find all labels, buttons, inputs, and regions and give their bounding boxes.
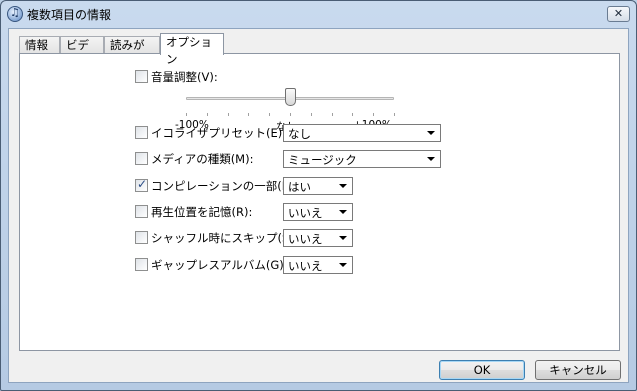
skip-shuffle-select[interactable]: いいえ [283, 229, 353, 247]
equalizer-value: なし [288, 127, 311, 141]
chevron-down-icon [339, 236, 347, 240]
skip-shuffle-row: シャッフル時にスキップ(S): [135, 229, 298, 247]
slider-tick [311, 113, 312, 116]
media-kind-label: メディアの種類(M): [151, 152, 254, 166]
tab-info[interactable]: 情報 [19, 36, 60, 54]
remember-position-row: 再生位置を記憶(R): [135, 203, 285, 221]
skip-shuffle-checkbox[interactable] [135, 231, 148, 244]
slider-tick [269, 113, 270, 116]
gapless-value: いいえ [288, 259, 323, 273]
dialog-window: 複数項目の情報 ✕ 情報 ビデオ 読みがな オプション 音量調整(V): -10… [0, 0, 637, 391]
options-panel: 音量調整(V): -100% なし +100% イコライザプリセット(E): な… [19, 53, 620, 351]
remember-position-select[interactable]: いいえ [283, 203, 353, 221]
chevron-down-icon [339, 263, 347, 267]
equalizer-label: イコライザプリセット(E): [151, 126, 287, 140]
chevron-down-icon [427, 157, 435, 161]
gapless-select[interactable]: いいえ [283, 256, 353, 274]
volume-checkbox[interactable] [135, 70, 148, 83]
slider-tick [352, 113, 353, 116]
volume-row: 音量調整(V): [135, 68, 295, 86]
ok-button[interactable]: OK [439, 360, 525, 380]
compilation-label: コンピレーションの一部(P): [151, 179, 298, 193]
tab-video[interactable]: ビデオ [60, 36, 104, 69]
remember-position-checkbox[interactable] [135, 205, 148, 218]
tab-options[interactable]: オプション [160, 33, 224, 66]
volume-label: 音量調整(V): [151, 70, 218, 84]
slider-tick [332, 113, 333, 116]
equalizer-row: イコライザプリセット(E): [135, 124, 287, 142]
itunes-icon [7, 6, 23, 22]
equalizer-checkbox[interactable] [135, 126, 148, 139]
equalizer-select[interactable]: なし [283, 124, 441, 142]
media-kind-checkbox[interactable] [135, 152, 148, 165]
compilation-checkbox[interactable] [135, 177, 148, 192]
slider-tick [207, 113, 208, 116]
gapless-checkbox[interactable] [135, 258, 148, 271]
remember-position-label: 再生位置を記憶(R): [151, 205, 253, 219]
slider-tick [394, 113, 395, 116]
skip-shuffle-value: いいえ [288, 232, 323, 246]
dialog-content: 情報 ビデオ 読みがな オプション 音量調整(V): -100% なし +100… [8, 28, 629, 383]
close-button[interactable]: ✕ [607, 6, 630, 22]
chevron-down-icon [339, 210, 347, 214]
remember-position-value: いいえ [288, 206, 323, 220]
window-title: 複数項目の情報 [27, 8, 112, 22]
compilation-row: コンピレーションの一部(P): [135, 177, 297, 195]
chevron-down-icon [427, 131, 435, 135]
slider-tick [373, 113, 374, 116]
compilation-select[interactable]: はい [283, 177, 353, 195]
cancel-button[interactable]: キャンセル [535, 360, 621, 380]
slider-tick [186, 113, 187, 116]
compilation-value: はい [288, 180, 311, 194]
media-kind-value: ミュージック [288, 153, 357, 167]
chevron-down-icon [339, 184, 347, 188]
gapless-label: ギャップレスアルバム(G): [151, 258, 288, 272]
volume-slider-thumb[interactable] [285, 88, 296, 106]
skip-shuffle-label: シャッフル時にスキップ(S): [151, 231, 298, 245]
slider-tick [248, 113, 249, 116]
gapless-row: ギャップレスアルバム(G): [135, 256, 288, 274]
media-kind-row: メディアの種類(M): [135, 150, 285, 168]
slider-tick [228, 113, 229, 116]
title-bar[interactable]: 複数項目の情報 ✕ [1, 1, 636, 27]
tab-sorting[interactable]: 読みがな [104, 36, 160, 69]
slider-tick [290, 113, 291, 116]
media-kind-select[interactable]: ミュージック [283, 150, 441, 168]
